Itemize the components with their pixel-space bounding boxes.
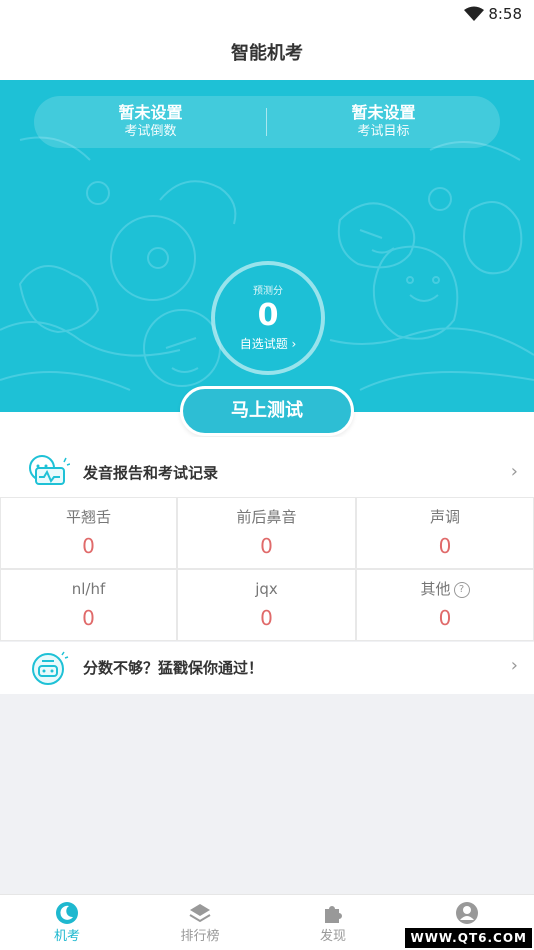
- predicted-score-ring[interactable]: 预测分 0 自选试题 ›: [211, 261, 325, 375]
- stat-label: 平翘舌: [65, 508, 111, 526]
- moon-icon: [56, 902, 78, 924]
- target-label: 考试目标: [357, 124, 410, 139]
- report-title: 发音报告和考试记录: [83, 464, 219, 482]
- chevron-right-icon: ›: [510, 461, 518, 482]
- robot-icon: [32, 651, 69, 685]
- stat-value: 0: [260, 534, 273, 558]
- exam-countdown-button[interactable]: 暂未设置 考试倒数: [34, 102, 267, 141]
- start-test-button[interactable]: 马上测试: [180, 386, 354, 436]
- stat-label: jqx: [255, 580, 278, 598]
- goal-bar: 暂未设置 考试倒数 暂未设置 考试目标: [34, 96, 500, 148]
- clock: 8:58: [488, 5, 522, 23]
- stat-value: 0: [438, 534, 452, 558]
- chevron-right-icon: ›: [510, 655, 518, 676]
- tab-leaderboard[interactable]: 排行榜: [133, 901, 267, 944]
- choose-questions-link[interactable]: 自选试题 ›: [215, 335, 321, 352]
- stat-value: 0: [82, 606, 95, 630]
- stat-value: 0: [260, 606, 273, 630]
- target-value: 暂未设置: [351, 103, 416, 122]
- countdown-label: 考试倒数: [124, 124, 177, 139]
- tab-discover[interactable]: 发现: [266, 901, 400, 944]
- promo-title: 分数不够？猛戳保你通过！: [83, 659, 264, 677]
- report-row[interactable]: 发音报告和考试记录 ›: [0, 437, 534, 497]
- stat-label: 前后鼻音: [236, 508, 297, 526]
- page-title: 智能机考: [0, 30, 534, 80]
- stat-value: 0: [438, 606, 452, 630]
- stat-cell-jqx[interactable]: jqx 0: [177, 569, 356, 641]
- countdown-value: 暂未设置: [118, 103, 183, 122]
- stat-label: 其他: [420, 580, 451, 598]
- tab-label: 排行榜: [180, 929, 220, 944]
- stat-cell-tone[interactable]: 声调 0: [356, 497, 534, 569]
- layers-icon: [189, 904, 211, 923]
- promo-row[interactable]: 分数不够？猛戳保你通过！ ›: [0, 642, 534, 694]
- watermark: WWW.QT6.COM: [405, 928, 532, 948]
- stat-cell-nl-hf[interactable]: nl/hf 0: [0, 569, 177, 641]
- help-icon[interactable]: ?: [453, 581, 470, 598]
- stat-label: nl/hf: [71, 580, 106, 598]
- status-bar: 8:58: [0, 0, 534, 30]
- tab-label: 发现: [319, 929, 346, 944]
- stat-cell-other[interactable]: 其他? 0: [356, 569, 534, 641]
- stat-label-row: 其他?: [357, 578, 533, 600]
- hero-panel: 暂未设置 考试倒数 暂未设置 考试目标 预测分 0 自选试题 ›: [0, 80, 534, 412]
- report-icon: [29, 455, 70, 485]
- puzzle-icon: [325, 906, 342, 923]
- stat-cell-retroflex[interactable]: 平翘舌 0: [0, 497, 177, 569]
- stat-label: 声调: [429, 508, 460, 526]
- score-label: 预测分: [253, 286, 283, 297]
- stat-cell-nasal[interactable]: 前后鼻音 0: [177, 497, 356, 569]
- stat-value: 0: [82, 534, 95, 558]
- stats-grid: 平翘舌 0 前后鼻音 0 声调 0 nl/hf 0 jqx 0 其他? 0: [0, 497, 534, 641]
- exam-target-button[interactable]: 暂未设置 考试目标: [267, 102, 500, 141]
- tab-label: 机考: [53, 929, 80, 944]
- score-value: 0: [257, 298, 279, 333]
- profile-icon: [456, 902, 478, 924]
- wifi-icon: [464, 6, 484, 21]
- tab-exam[interactable]: 机考: [0, 901, 134, 944]
